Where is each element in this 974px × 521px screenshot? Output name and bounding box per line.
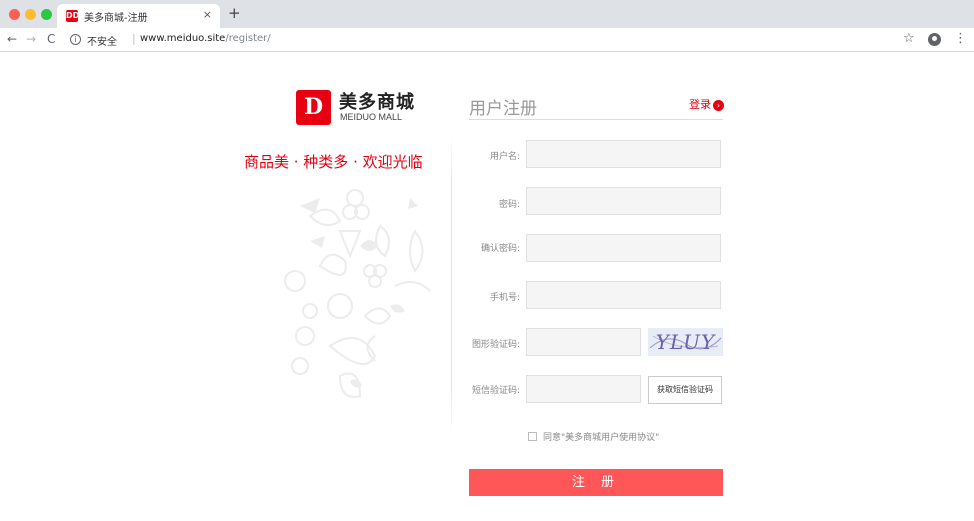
star-icon[interactable]: ☆: [903, 31, 915, 46]
chevron-right-icon: ›: [713, 100, 724, 111]
mobile-label: 手机号:: [489, 293, 520, 303]
window-close-button[interactable]: [9, 9, 20, 20]
username-input[interactable]: [526, 140, 721, 168]
get-sms-code-button[interactable]: 获取短信验证码: [648, 376, 722, 404]
forward-arrow-icon[interactable]: →: [26, 32, 36, 46]
slogan: 商品美 · 种类多 · 欢迎光临: [244, 153, 423, 171]
browser-tab-bar: DD 美多商城-注册 × +: [0, 0, 974, 28]
food-illustration: [284, 189, 431, 398]
login-link[interactable]: 登录 ›: [689, 96, 724, 112]
logo-icon[interactable]: D: [296, 90, 331, 125]
register-submit-button[interactable]: 注 册: [469, 469, 723, 496]
username-label: 用户名:: [489, 152, 520, 162]
address-bar: ← → C i 不安全 | www.meiduo.site/register/ …: [0, 28, 974, 52]
url-separator: |: [132, 32, 136, 45]
password-label: 密码:: [498, 200, 520, 210]
security-label[interactable]: 不安全: [87, 33, 117, 48]
captcha-text: YLUY: [655, 330, 716, 354]
info-icon[interactable]: i: [70, 34, 81, 45]
agreement-label: 同意"美多商城用户使用协议": [543, 433, 660, 443]
account-icon[interactable]: [928, 33, 941, 46]
title-divider: [469, 119, 723, 120]
window-minimize-button[interactable]: [25, 9, 36, 20]
logo-name-cn: 美多商城: [339, 92, 415, 113]
tab-title: 美多商城-注册: [84, 13, 148, 24]
back-arrow-icon[interactable]: ←: [7, 32, 17, 46]
mobile-input[interactable]: [526, 281, 721, 309]
login-link-label: 登录: [689, 98, 711, 111]
url-host: www.meiduo.site: [140, 33, 226, 44]
image-code-label: 图形验证码:: [471, 340, 520, 350]
captcha-image[interactable]: YLUY: [648, 328, 723, 356]
browser-tab[interactable]: DD 美多商城-注册 ×: [57, 4, 220, 28]
logo-name-en: MEIDUO MALL: [340, 112, 403, 122]
agreement-checkbox[interactable]: [528, 432, 537, 441]
url-field[interactable]: www.meiduo.site/register/: [140, 33, 271, 44]
confirm-password-input[interactable]: [526, 234, 721, 262]
confirm-password-label: 确认密码:: [480, 244, 520, 254]
menu-icon[interactable]: ⋮: [954, 31, 967, 46]
page-title: 用户注册: [469, 99, 537, 119]
tab-close-icon[interactable]: ×: [203, 8, 212, 21]
password-input[interactable]: [526, 187, 721, 215]
url-path: /register/: [225, 33, 271, 44]
logo-mark-text: D: [303, 94, 324, 120]
new-tab-button[interactable]: +: [228, 5, 241, 21]
window-maximize-button[interactable]: [41, 9, 52, 20]
sms-code-label: 短信验证码:: [471, 386, 520, 396]
vertical-divider: [451, 135, 452, 435]
reload-icon[interactable]: C: [47, 32, 55, 46]
sms-code-input[interactable]: [526, 375, 641, 403]
site-favicon-icon: DD: [66, 10, 80, 22]
image-code-input[interactable]: [526, 328, 641, 356]
